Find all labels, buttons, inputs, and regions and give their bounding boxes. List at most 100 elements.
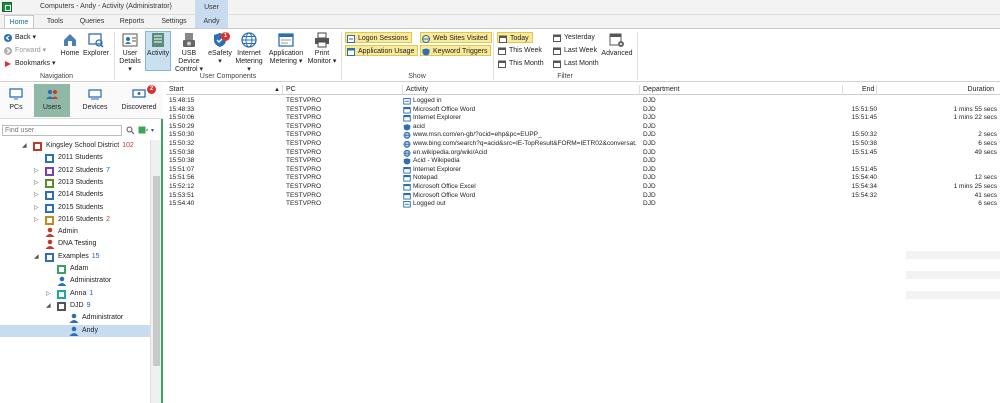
- collapse-arrow-icon[interactable]: ◢: [46, 300, 51, 312]
- find-user-input[interactable]: [2, 125, 122, 136]
- column-pc[interactable]: PC: [283, 85, 403, 95]
- tree-node[interactable]: ◢ Examples 15: [0, 251, 150, 263]
- last-month-filter[interactable]: Last Month: [552, 58, 599, 69]
- table-row[interactable]: 15:50:38 TESTVPRO Acid - Wikipedia DJD: [166, 157, 1000, 166]
- usb-device-control-button[interactable]: USB Device Control ▾: [172, 32, 206, 74]
- users-button[interactable]: Users: [34, 84, 70, 117]
- user-details-button[interactable]: User Details ▾: [118, 32, 142, 74]
- tree-node[interactable]: ▷ 2013 Students: [0, 177, 150, 189]
- devices-button[interactable]: Devices: [78, 84, 112, 117]
- cell-start: 15:51:56: [169, 174, 195, 182]
- tab-settings[interactable]: Settings: [154, 15, 194, 28]
- keyword-triggers-toggle[interactable]: Keyword Triggers: [420, 45, 492, 56]
- expand-arrow-icon[interactable]: ▷: [34, 189, 39, 201]
- table-row[interactable]: 15:48:15 TESTVPRO Logged in DJD: [166, 97, 1000, 106]
- print-monitor-button[interactable]: Print Monitor ▾: [306, 32, 338, 66]
- this-month-filter[interactable]: This Month: [497, 58, 544, 69]
- this-week-filter[interactable]: This Week: [497, 45, 542, 56]
- grid-header: Start ▲ PC Activity Department End Durati…: [166, 85, 1000, 95]
- collapse-arrow-icon[interactable]: ◢: [22, 140, 27, 152]
- tree-node[interactable]: Andy: [0, 324, 150, 337]
- expand-arrow-icon[interactable]: ▷: [34, 165, 39, 177]
- cell-duration: [877, 157, 997, 166]
- column-duration[interactable]: Duration: [877, 85, 997, 95]
- last-week-filter[interactable]: Last Week: [552, 45, 597, 56]
- web-sites-visited-toggle[interactable]: Web Sites Visited: [420, 32, 492, 43]
- cell-end: 15:54:34: [851, 183, 877, 190]
- expand-arrow-icon[interactable]: ▷: [34, 214, 39, 226]
- user-search-icon[interactable]: [126, 126, 135, 135]
- table-row[interactable]: 15:50:38 TESTVPRO en.wikipedia.org/wiki/Ac…: [166, 149, 1000, 158]
- activity-button[interactable]: Activity: [145, 31, 171, 71]
- tree-node[interactable]: Administrator: [0, 275, 150, 287]
- yesterday-filter[interactable]: Yesterday: [552, 32, 595, 43]
- back-button[interactable]: Back ▾: [3, 32, 36, 43]
- tree-options-icon[interactable]: [138, 126, 148, 135]
- table-row[interactable]: 15:53:51 TESTVPRO Microsoft Office Word DJD…: [166, 192, 1000, 201]
- tree-node[interactable]: ▷ 2014 Students: [0, 189, 150, 201]
- tree-node[interactable]: Adam: [0, 263, 150, 275]
- column-activity[interactable]: Activity: [403, 85, 640, 95]
- table-row[interactable]: 15:50:29 TESTVPRO acid DJD: [166, 123, 1000, 132]
- logon-sessions-toggle[interactable]: Logon Sessions: [345, 32, 412, 43]
- calendar-icon: [498, 60, 506, 68]
- forward-button[interactable]: Forward ▾: [3, 45, 46, 56]
- application-metering-button[interactable]: Application Metering ▾: [268, 32, 304, 66]
- tree-options-dropdown-icon[interactable]: ▾: [151, 127, 154, 134]
- tree-node[interactable]: ▷ Anna 1: [0, 288, 150, 300]
- table-row[interactable]: 15:51:56 TESTVPRO Notepad DJD 15:54:40 12 sec…: [166, 174, 1000, 183]
- explorer-button[interactable]: Explorer: [83, 32, 109, 58]
- column-department[interactable]: Department: [640, 85, 843, 95]
- tab-home[interactable]: Home: [4, 15, 34, 28]
- tree-node[interactable]: ▷ 2016 Students 2: [0, 214, 150, 226]
- tab-queries[interactable]: Queries: [74, 15, 110, 28]
- table-row[interactable]: 15:52:12 TESTVPRO Microsoft Office Excel DJ…: [166, 183, 1000, 192]
- cell-activity: www.bing.com/search?q=acid&src=IE-TopRes…: [403, 140, 637, 149]
- group-icon: [45, 154, 54, 164]
- collapse-arrow-icon[interactable]: ◢: [34, 251, 39, 263]
- cell-pc: TESTVPRO: [286, 97, 322, 104]
- today-filter[interactable]: Today: [497, 32, 533, 43]
- expand-arrow-icon[interactable]: ▷: [34, 202, 39, 214]
- expand-arrow-icon[interactable]: ▷: [46, 288, 51, 300]
- advanced-filter-button[interactable]: Advanced: [601, 32, 633, 58]
- cell-end: 15:50:32: [851, 131, 877, 139]
- scrollbar-thumb[interactable]: [153, 176, 160, 366]
- tab-reports[interactable]: Reports: [113, 15, 151, 28]
- table-row[interactable]: 15:50:06 TESTVPRO Internet Explorer DJD 15:5…: [166, 114, 1000, 123]
- cell-activity: Logged in: [403, 97, 637, 106]
- table-row[interactable]: 15:50:30 TESTVPRO www.msn.com/en-gb/?ocid=…: [166, 131, 1000, 140]
- tree-node[interactable]: Administrator: [0, 312, 150, 324]
- home-button[interactable]: Home: [59, 32, 81, 58]
- tree-node[interactable]: Admin: [0, 226, 150, 238]
- cell-dept: DJD: [643, 140, 656, 147]
- column-start[interactable]: Start ▲: [166, 85, 283, 95]
- bookmarks-button[interactable]: Bookmarks ▾: [3, 58, 55, 69]
- tree-node[interactable]: ▷ 2015 Students: [0, 202, 150, 214]
- table-row[interactable]: 15:48:33 TESTVPRO Microsoft Office Word DJD…: [166, 106, 1000, 115]
- tree-node[interactable]: DNA Testing: [0, 238, 150, 250]
- tree-node[interactable]: ▷ 2012 Students 7: [0, 165, 150, 177]
- tree-node-count: 7: [106, 166, 111, 174]
- application-usage-toggle[interactable]: Application Usage: [345, 45, 419, 56]
- table-row[interactable]: 15:54:40 TESTVPRO Logged out DJD 6 secs: [166, 200, 1000, 209]
- tab-andy[interactable]: Andy: [195, 15, 228, 28]
- expand-arrow-icon[interactable]: ▷: [34, 177, 39, 189]
- tree-node[interactable]: ◢ DJD 9: [0, 300, 150, 312]
- group-icon: [45, 178, 54, 188]
- tab-tools[interactable]: Tools: [38, 15, 72, 28]
- tree-node-label: DJD: [70, 301, 84, 309]
- tree-node-label: 2012 Students: [58, 166, 104, 174]
- tree-node-label: Anna: [70, 289, 87, 297]
- table-row[interactable]: 15:50:32 TESTVPRO www.bing.com/search?q=ac…: [166, 140, 1000, 149]
- internet-metering-button[interactable]: Internet Metering ▾: [234, 32, 264, 74]
- tree-node[interactable]: ◢ Kingsley School District 102: [0, 140, 150, 152]
- user-icon: [45, 227, 55, 238]
- group-icon: [45, 215, 54, 225]
- table-row[interactable]: 15:51:07 TESTVPRO Internet Explorer DJD 15:5…: [166, 166, 1000, 175]
- tree-scrollbar[interactable]: [150, 140, 161, 403]
- tree-node[interactable]: 2011 Students: [0, 152, 150, 164]
- pcs-button[interactable]: PCs: [2, 84, 30, 117]
- column-end[interactable]: End: [843, 85, 877, 95]
- cell-dept: DJD: [643, 97, 656, 104]
